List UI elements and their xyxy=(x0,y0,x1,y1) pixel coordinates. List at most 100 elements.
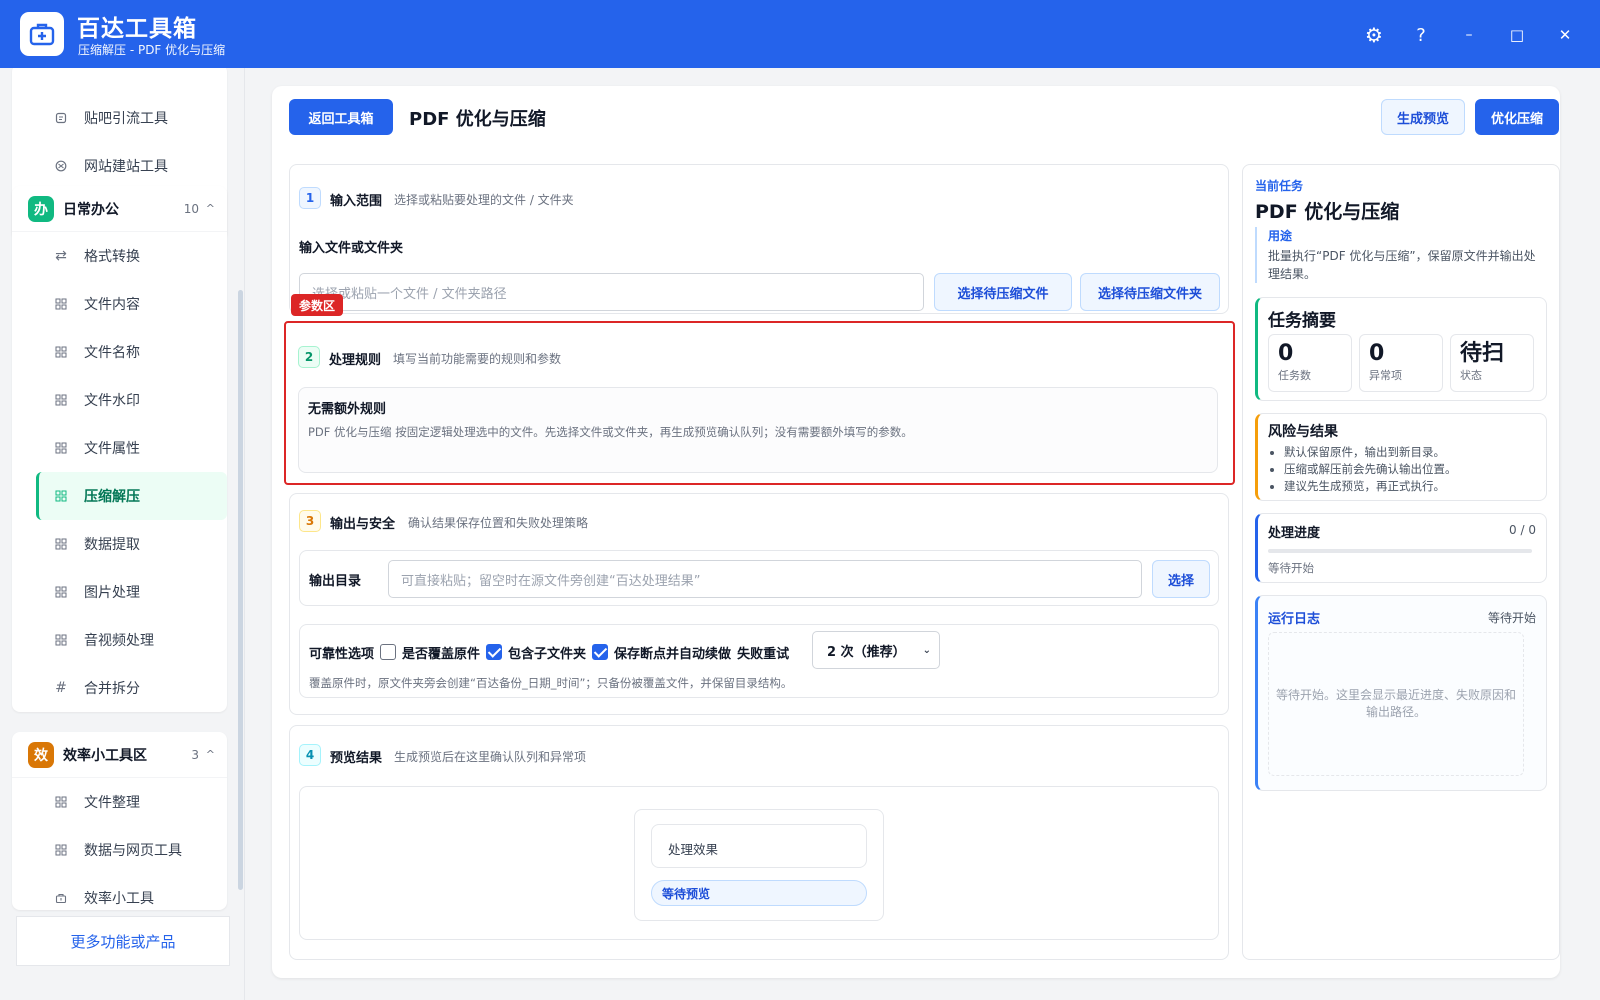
risk-item: 默认保留原件，输出到新目录。 xyxy=(1284,444,1457,461)
chevron-down-icon: ⌄ xyxy=(922,644,931,656)
resume-checkbox[interactable] xyxy=(592,644,609,660)
help-icon[interactable]: ? xyxy=(1408,22,1434,48)
more-features-button[interactable]: 更多功能或产品 xyxy=(16,916,230,966)
usage-text: 批量执行“PDF 优化与压缩”，保留原文件并输出处理结果。 xyxy=(1268,249,1536,281)
current-task-label: 当前任务 xyxy=(1255,179,1304,193)
hash-icon: # xyxy=(55,680,67,696)
chevron-up-icon[interactable]: ^ xyxy=(206,202,215,215)
section-output: 3 输出与安全 确认结果保存位置和失败处理策略 输出目录 可直接粘贴；留空时在源… xyxy=(289,493,1229,715)
section-title: 输出与安全 xyxy=(330,517,396,532)
group-title: 效率小工具区 xyxy=(63,747,147,764)
sidebar-item-label: 效率小工具 xyxy=(84,891,154,907)
sidebar-item-image[interactable]: 图片处理 xyxy=(12,568,227,616)
back-to-toolbox-button[interactable]: 返回工具箱 xyxy=(289,99,393,135)
section-desc: 生成预览后在这里确认队列和异常项 xyxy=(394,750,587,764)
group-count: 10 xyxy=(183,201,199,216)
app-subtitle: 压缩解压 - PDF 优化与压缩 xyxy=(78,43,226,57)
metric-value: 0 xyxy=(1278,341,1294,366)
subfolders-checkbox[interactable] xyxy=(486,644,503,660)
sidebar-item-label: 文件水印 xyxy=(84,393,140,409)
rules-box-title: 无需额外规则 xyxy=(308,402,387,417)
sidebar-item-format[interactable]: ⇄ 格式转换 xyxy=(12,232,227,280)
close-icon[interactable]: ✕ xyxy=(1552,22,1578,48)
section-preview: 4 预览结果 生成预览后在这里确认队列和异常项 处理效果 等待预览 xyxy=(289,725,1229,960)
sidebar-item-content[interactable]: 文件内容 xyxy=(12,280,227,328)
generate-preview-button[interactable]: 生成预览 xyxy=(1381,99,1465,135)
sidebar-group-efficiency: 效 效率小工具区 3 ^ 文件整理 数据与网页工具 效率小工具 xyxy=(12,732,227,910)
sidebar-item-compress[interactable]: 压缩解压 xyxy=(36,472,227,520)
preview-effect-card: 处理效果 等待预览 xyxy=(634,809,884,921)
group-badge: 效 xyxy=(28,741,54,768)
choose-folder-button[interactable]: 选择待压缩文件夹 xyxy=(1080,273,1220,311)
chevron-up-icon[interactable]: ^ xyxy=(206,748,215,761)
minimize-icon[interactable]: – xyxy=(1456,22,1482,48)
reliability-note: 覆盖原件时，原文件夹旁会创建“百达备份_日期_时间”；只备份被覆盖文件，并保留目… xyxy=(309,676,793,690)
choose-file-button[interactable]: 选择待压缩文件 xyxy=(934,273,1072,311)
subfolders-label[interactable]: 包含子文件夹 xyxy=(508,643,586,662)
rules-box-text: PDF 优化与压缩 按固定逻辑处理选中的文件。先选择文件或文件夹，再生成预览确认… xyxy=(308,425,913,439)
progress-count: 0 / 0 xyxy=(1509,523,1536,537)
task-title: PDF 优化与压缩 xyxy=(1255,201,1400,223)
summary-card: 任务摘要 0 任务数 0 异常项 待扫 状态 xyxy=(1255,297,1547,401)
risk-title: 风险与结果 xyxy=(1268,424,1338,440)
sidebar-item-small-tools[interactable]: 效率小工具 xyxy=(12,874,227,922)
app-logo-icon xyxy=(20,12,64,56)
metric-task-count: 0 任务数 xyxy=(1268,334,1352,392)
overwrite-label[interactable]: 是否覆盖原件 xyxy=(402,643,480,662)
reliability-options-card: 可靠性选项 是否覆盖原件 包含子文件夹 保存断点并自动续做 失败重试 2 次（推… xyxy=(299,624,1219,698)
sidebar: 贴吧引流工具 网站建站工具 办 日常办公 10 ^ ⇄ 格式转换 文件内容 文件名… xyxy=(0,68,245,1000)
right-panel: 当前任务 PDF 优化与压缩 用途 批量执行“PDF 优化与压缩”，保留原文件并… xyxy=(1242,164,1560,960)
sidebar-item-organize[interactable]: 文件整理 xyxy=(12,778,227,826)
sidebar-item-media[interactable]: 音视频处理 xyxy=(12,616,227,664)
sidebar-item-watermark[interactable]: 文件水印 xyxy=(12,376,227,424)
retry-select-value: 2 次（推荐） xyxy=(827,644,906,660)
preview-area: 处理效果 等待预览 xyxy=(299,786,1219,940)
group-header-efficiency[interactable]: 效 效率小工具区 3 ^ xyxy=(12,732,227,778)
maximize-icon[interactable]: □ xyxy=(1504,22,1530,48)
input-field-label: 输入文件或文件夹 xyxy=(299,241,404,256)
log-title: 运行日志 xyxy=(1268,612,1321,627)
sidebar-item-data-web[interactable]: 数据与网页工具 xyxy=(12,826,227,874)
sidebar-item-label: 图片处理 xyxy=(84,585,140,601)
effect-label: 处理效果 xyxy=(651,824,867,868)
sidebar-item-label: 贴吧引流工具 xyxy=(84,111,168,127)
group-count: 3 xyxy=(191,747,199,762)
sidebar-item-tieba[interactable]: 贴吧引流工具 xyxy=(12,94,227,142)
settings-icon[interactable]: ⚙ xyxy=(1361,22,1387,48)
metric-value: 待扫 xyxy=(1460,341,1505,366)
grid-icon xyxy=(54,345,68,359)
metric-label: 任务数 xyxy=(1278,369,1311,382)
section-desc: 填写当前功能需要的规则和参数 xyxy=(393,352,562,366)
sidebar-item-merge[interactable]: # 合并拆分 xyxy=(12,664,227,712)
metric-label: 状态 xyxy=(1460,369,1482,382)
sidebar-group-office: 办 日常办公 10 ^ ⇄ 格式转换 文件内容 文件名称 文件水印 文件属性 压缩… xyxy=(12,186,227,712)
output-dir-field[interactable]: 可直接粘贴；留空时在源文件旁创建“百达处理结果” xyxy=(388,560,1142,598)
sidebar-item-extract[interactable]: 数据提取 xyxy=(12,520,227,568)
title-bar: 百达工具箱 压缩解压 - PDF 优化与压缩 ⚙ ? – □ ✕ xyxy=(0,0,1600,68)
input-path-field[interactable]: 选择或粘贴一个文件 / 文件夹路径 xyxy=(299,273,924,311)
grid-icon xyxy=(54,537,68,551)
metric-status: 待扫 状态 xyxy=(1450,334,1534,392)
choose-output-dir-button[interactable]: 选择 xyxy=(1152,560,1210,598)
resume-label[interactable]: 保存断点并自动续做 xyxy=(614,643,731,662)
group-header-office[interactable]: 办 日常办公 10 ^ xyxy=(12,186,227,232)
summary-title: 任务摘要 xyxy=(1268,311,1336,331)
progress-bar xyxy=(1268,549,1532,553)
retry-select[interactable]: 2 次（推荐） ⌄ xyxy=(812,631,940,669)
rules-info-box: 无需额外规则 PDF 优化与压缩 按固定逻辑处理选中的文件。先选择文件或文件夹，… xyxy=(298,387,1218,473)
sidebar-scrollbar[interactable] xyxy=(238,290,243,890)
sidebar-item-name[interactable]: 文件名称 xyxy=(12,328,227,376)
overwrite-checkbox[interactable] xyxy=(380,644,397,660)
grid-icon xyxy=(54,585,68,599)
sidebar-item-label: 数据提取 xyxy=(84,537,140,553)
sidebar-item-website[interactable]: 网站建站工具 xyxy=(12,142,227,190)
reliability-label: 可靠性选项 xyxy=(309,646,375,662)
progress-card: 处理进度 0 / 0 等待开始 xyxy=(1255,513,1547,583)
status-badge: 等待预览 xyxy=(651,880,867,906)
optimize-compress-button[interactable]: 优化压缩 xyxy=(1475,99,1559,135)
log-output: 等待开始。这里会显示最近进度、失败原因和输出路径。 xyxy=(1268,632,1524,776)
sidebar-item-label: 合并拆分 xyxy=(84,681,140,697)
output-dir-row: 输出目录 可直接粘贴；留空时在源文件旁创建“百达处理结果” 选择 xyxy=(299,550,1219,606)
sidebar-item-attributes[interactable]: 文件属性 xyxy=(12,424,227,472)
toolbox-icon xyxy=(54,891,68,905)
